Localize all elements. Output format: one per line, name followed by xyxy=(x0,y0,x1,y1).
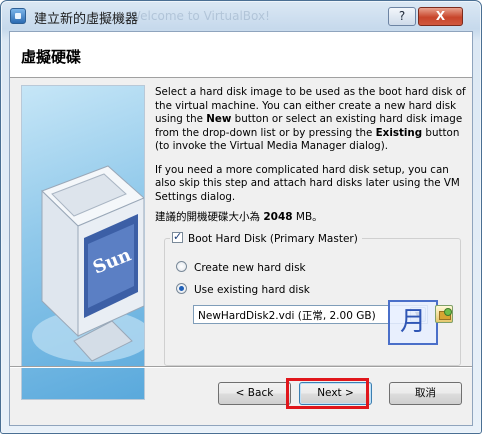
description-paragraph-2: If you need a more complicated hard disk… xyxy=(155,163,460,203)
help-button[interactable]: ? xyxy=(388,7,416,26)
back-button[interactable]: < Back xyxy=(218,382,291,405)
use-existing-disk-label: Use existing hard disk xyxy=(194,284,310,296)
button-separator xyxy=(10,366,472,368)
dialog-client-area: 虛擬硬碟 Sun Select a hard disk image to be … xyxy=(9,31,473,426)
description-text: Select a hard disk image to be used as t… xyxy=(155,86,467,214)
window-title: 建立新的虛擬機器 xyxy=(34,12,139,27)
next-button-highlight xyxy=(286,378,369,409)
radio-selected-icon[interactable] xyxy=(176,283,187,294)
use-existing-disk-radio[interactable]: Use existing hard disk xyxy=(176,283,310,296)
background-window-title: Welcome to VirtualBox! xyxy=(129,9,270,23)
create-new-disk-radio[interactable]: Create new hard disk xyxy=(176,261,306,274)
title-bar[interactable]: 建立新的虛擬機器 Welcome to VirtualBox! ? X xyxy=(1,1,481,31)
boot-hard-disk-label: Boot Hard Disk (Primary Master) xyxy=(188,233,358,245)
page-title: 虛擬硬碟 xyxy=(21,48,82,66)
create-new-disk-label: Create new hard disk xyxy=(194,262,306,274)
boot-hard-disk-checkbox[interactable]: Boot Hard Disk (Primary Master) xyxy=(170,230,362,245)
radio-unselected-icon[interactable] xyxy=(176,261,187,272)
virtualbox-app-icon xyxy=(10,8,26,24)
virtualbox-cube-illustration: Sun xyxy=(32,165,144,362)
description-paragraph-1: Select a hard disk image to be used as t… xyxy=(155,86,466,152)
recommended-size-text: 建議的開機硬碟大小為 2048 MB。 xyxy=(155,211,323,223)
hard-disk-select-value: NewHardDisk2.vdi (正常, 2.00 GB) xyxy=(198,310,376,322)
ime-indicator: 月 xyxy=(388,300,438,345)
virtualbox-logo-image: Sun xyxy=(21,85,145,400)
wizard-window: 建立新的虛擬機器 Welcome to VirtualBox! ? X 虛擬硬碟… xyxy=(0,0,482,434)
page-header: 虛擬硬碟 xyxy=(10,32,472,78)
checkbox-checked-icon[interactable] xyxy=(172,230,183,243)
close-button[interactable]: X xyxy=(418,7,463,26)
cancel-button[interactable]: 取消 xyxy=(389,382,462,405)
open-folder-icon[interactable] xyxy=(435,305,453,323)
